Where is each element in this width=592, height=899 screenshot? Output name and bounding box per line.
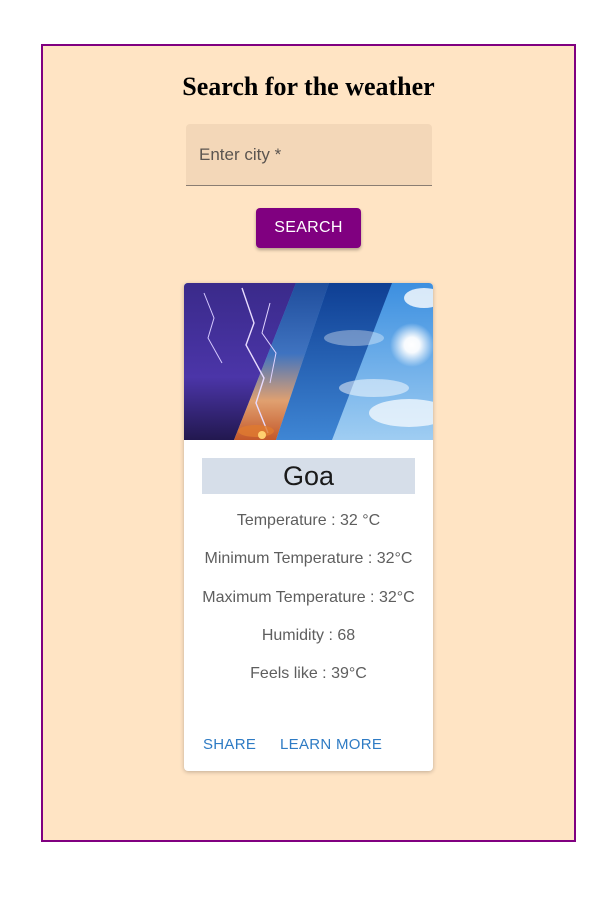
temperature-text: Temperature : 32 °C — [236, 512, 381, 529]
max-temperature-text: Maximum Temperature : 32°C — [202, 589, 415, 606]
learn-more-button[interactable]: LEARN MORE — [280, 736, 382, 753]
city-name: Goa — [202, 458, 415, 494]
share-button[interactable]: SHARE — [203, 736, 256, 753]
weather-collage-image — [184, 283, 433, 440]
humidity-text: Humidity : 68 — [261, 627, 356, 644]
city-input[interactable] — [186, 124, 432, 185]
weather-card: Goa Temperature : 32 °C Minimum Temperat… — [184, 283, 433, 771]
city-input-field[interactable] — [186, 124, 432, 186]
feels-like-text: Feels like : 39°C — [250, 665, 367, 682]
min-temperature-text: Minimum Temperature : 32°C — [204, 550, 413, 567]
page-title: Search for the weather — [182, 72, 435, 101]
search-button[interactable]: SEARCH — [256, 208, 361, 248]
weather-app-container: Search for the weather SEARCH — [41, 44, 576, 842]
